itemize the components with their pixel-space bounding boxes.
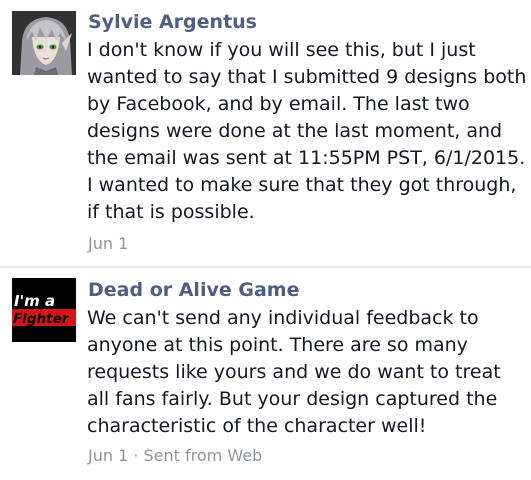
avatar-text-line1: I'm a: [14, 292, 55, 310]
message-timestamp: Jun 1 · Sent from Web: [88, 446, 263, 465]
message-body: We can't send any individual feedback to…: [87, 307, 501, 437]
im-a-fighter-logo-icon: I'm a Fighter: [12, 278, 76, 342]
sender-name[interactable]: Dead or Alive Game: [88, 279, 299, 301]
avatar[interactable]: [12, 11, 76, 75]
sender-name[interactable]: Sylvie Argentus: [88, 11, 257, 33]
message-timestamp: Jun 1: [88, 234, 129, 253]
message-body: I don't know if you will see this, but I…: [87, 39, 527, 223]
anime-character-avatar-icon: [12, 11, 76, 75]
message-item: I'm a Fighter Dead or Alive Game We can'…: [0, 268, 531, 480]
avatar[interactable]: I'm a Fighter: [12, 278, 76, 342]
avatar-text-line2: Fighter: [13, 311, 70, 327]
message-item: Sylvie Argentus I don't know if you will…: [0, 0, 531, 266]
